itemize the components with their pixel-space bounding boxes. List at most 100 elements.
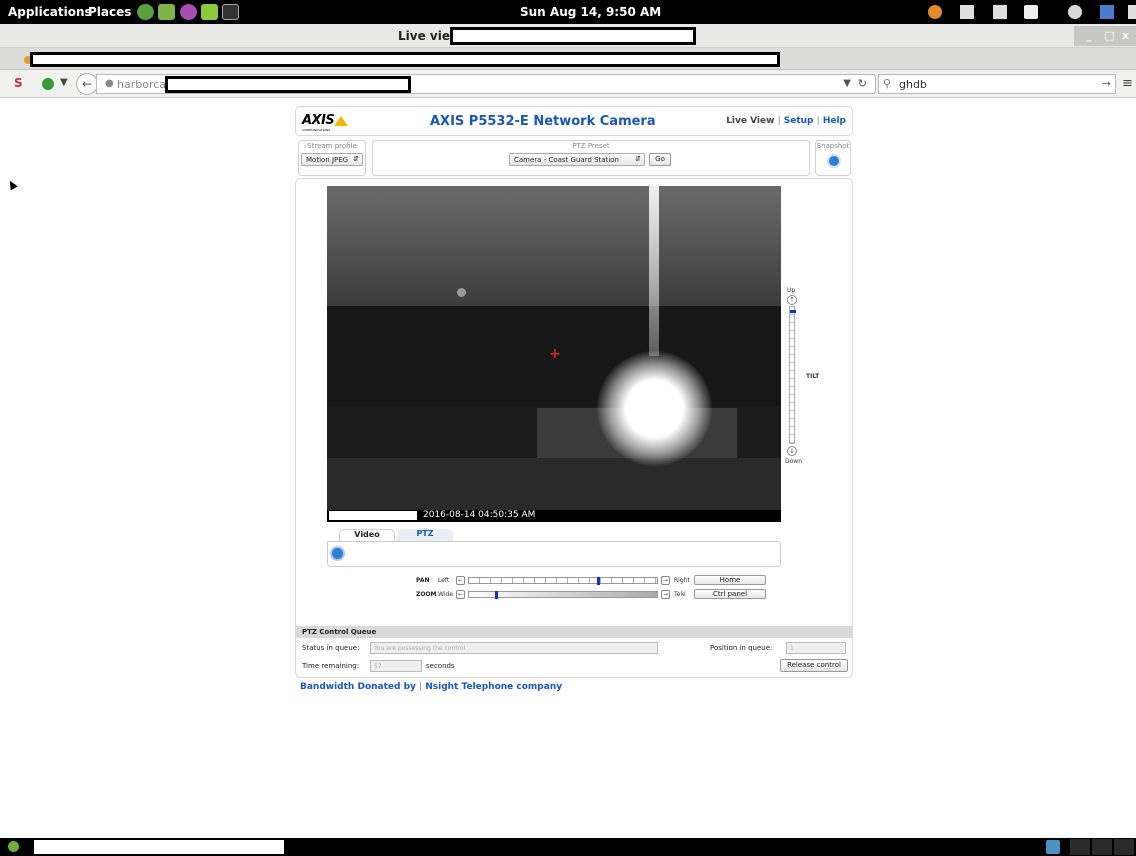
- mouse-cursor-icon: [6, 178, 18, 191]
- tilt-control[interactable]: Up ↑ ↓ Down: [785, 287, 802, 465]
- redacted-tab[interactable]: [30, 52, 780, 67]
- pan-marker[interactable]: [596, 577, 600, 585]
- setup-link[interactable]: Setup: [784, 116, 814, 126]
- ctrl-panel-button[interactable]: Ctrl panel: [694, 589, 766, 599]
- help-link[interactable]: Help: [823, 116, 846, 126]
- keyboard-icon[interactable]: [960, 5, 974, 19]
- page-content: AXIS COMMUNICATIONS AXIS P5532-E Network…: [0, 98, 1136, 838]
- workspace-1[interactable]: [1070, 839, 1090, 855]
- pan-left-arrow-icon[interactable]: ←: [456, 576, 465, 585]
- pan-right-label: Right: [674, 577, 690, 584]
- snapshot-camera-icon[interactable]: [827, 154, 841, 168]
- ptz-queue-heading: PTZ Control Queue: [296, 626, 852, 638]
- video-stream[interactable]: + 2016-08-14 04:50:35 AM: [327, 186, 781, 522]
- camera-header: AXIS COMMUNICATIONS AXIS P5532-E Network…: [295, 106, 853, 136]
- stream-profile-label: Stream profile: [307, 142, 357, 150]
- video-timestamp-bar: 2016-08-14 04:50:35 AM: [327, 510, 781, 522]
- tilt-marker[interactable]: [790, 309, 796, 313]
- tilt-up-label: Up: [787, 287, 796, 294]
- clock[interactable]: Sun Aug 14, 9:50 AM: [520, 5, 661, 19]
- tilt-up-arrow-icon[interactable]: ↑: [787, 295, 797, 305]
- video-light-glare: [597, 351, 712, 466]
- status-in-queue-label: Status in queue:: [302, 644, 360, 652]
- search-input[interactable]: ghdb: [899, 78, 927, 91]
- stream-profile-select[interactable]: Motion JPEG ⇵: [301, 153, 363, 166]
- extension-icon[interactable]: [42, 78, 54, 90]
- back-button[interactable]: ←: [76, 73, 98, 95]
- close-button[interactable]: x: [1122, 29, 1129, 42]
- redacted-title: [450, 27, 696, 45]
- tab-ptz[interactable]: PTZ: [397, 529, 453, 541]
- stream-profile-group: Stream profile Motion JPEG ⇵: [298, 140, 366, 176]
- status-in-queue-field: You are possessing the control.: [370, 642, 658, 654]
- image-viewer-icon[interactable]: [158, 4, 175, 20]
- tilt-label: TILT: [806, 373, 820, 380]
- help-icon[interactable]: [180, 4, 197, 20]
- zoom-row: ZOOM Wide ← → Tele: [416, 590, 716, 600]
- extension-s-icon[interactable]: S: [14, 76, 23, 90]
- live-view-link[interactable]: Live View: [726, 116, 774, 126]
- release-control-button[interactable]: Release control: [780, 659, 848, 672]
- record-button[interactable]: [330, 546, 345, 561]
- menu-icon[interactable]: ≡: [1122, 76, 1133, 91]
- workspace-3[interactable]: [1114, 839, 1134, 855]
- workspace-2[interactable]: [1092, 839, 1112, 855]
- zoom-label: ZOOM: [416, 591, 437, 598]
- top-panel: Applications Places Sun Aug 14, 9:50 AM: [0, 0, 1136, 24]
- minimize-button[interactable]: _: [1086, 29, 1092, 42]
- user-icon[interactable]: [1100, 5, 1114, 19]
- time-unit-label: seconds: [426, 662, 455, 670]
- volume-icon[interactable]: [1024, 5, 1038, 19]
- select-arrows-icon: ⇵: [353, 155, 359, 163]
- tab-video[interactable]: Video: [339, 529, 395, 541]
- url-bar[interactable]: ● harborcam ▼ ↻: [96, 74, 876, 94]
- ptz-preset-group: PTZ Preset Camera - Coast Guard Station …: [372, 140, 810, 176]
- bandwidth-donated-link[interactable]: Bandwidth Donated by: [300, 682, 416, 692]
- applications-menu[interactable]: Applications: [8, 5, 92, 19]
- video-timestamp: 2016-08-14 04:50:35 AM: [423, 510, 536, 520]
- axis-logo[interactable]: AXIS: [302, 113, 335, 128]
- pan-right-arrow-icon[interactable]: →: [661, 576, 670, 585]
- tools-icon[interactable]: [201, 4, 218, 20]
- zoom-marker[interactable]: [495, 591, 499, 599]
- tilt-down-arrow-icon[interactable]: ↓: [787, 446, 797, 456]
- redacted-camera-name: [329, 511, 417, 520]
- maximize-button[interactable]: □: [1104, 29, 1114, 42]
- clipboard-icon[interactable]: [993, 5, 1007, 19]
- redacted-taskbar-item[interactable]: [34, 840, 284, 854]
- history-dropdown-icon[interactable]: ▼: [843, 78, 851, 89]
- page-title: AXIS P5532-E Network Camera: [430, 114, 656, 129]
- reload-icon[interactable]: ↻: [858, 77, 867, 90]
- zoom-tele-label: Tele: [674, 591, 686, 598]
- home-button[interactable]: Home: [694, 575, 766, 585]
- updates-icon[interactable]: [1068, 5, 1082, 19]
- tray-app-icon[interactable]: [1046, 840, 1060, 854]
- ptz-preset-select[interactable]: Camera - Coast Guard Station ⇵: [509, 153, 645, 166]
- zoom-wide-arrow-icon[interactable]: ←: [456, 590, 465, 599]
- pan-label: PAN: [416, 577, 430, 584]
- footer-separator: |: [419, 682, 423, 692]
- notification-icon[interactable]: [928, 5, 942, 19]
- zoom-tele-arrow-icon[interactable]: →: [661, 590, 670, 599]
- power-icon[interactable]: [1128, 5, 1136, 19]
- pan-slider[interactable]: [468, 577, 658, 585]
- camera-frame: AXIS COMMUNICATIONS AXIS P5532-E Network…: [295, 106, 853, 678]
- browser-launcher-icon[interactable]: [137, 4, 154, 20]
- chevron-down-icon[interactable]: ▼: [60, 77, 68, 88]
- taskbar-browser-icon[interactable]: [8, 841, 19, 852]
- tilt-slider[interactable]: [789, 306, 796, 444]
- ptz-preset-value: Camera - Coast Guard Station: [514, 156, 619, 164]
- search-icon: ⚲: [883, 77, 892, 90]
- go-button[interactable]: Go: [649, 153, 671, 166]
- search-bar[interactable]: ⚲ ghdb →: [878, 74, 1116, 94]
- search-go-icon[interactable]: →: [1102, 77, 1111, 90]
- pan-ticks: [469, 578, 657, 583]
- zoom-slider[interactable]: [468, 591, 658, 599]
- live-view-box: + 2016-08-14 04:50:35 AM Up ↑ ↓ Down TIL…: [295, 178, 853, 678]
- axis-logo-sub: COMMUNICATIONS: [302, 128, 331, 132]
- nsight-link[interactable]: Nsight Telephone company: [425, 682, 562, 692]
- terminal-icon[interactable]: [222, 4, 239, 20]
- position-in-queue-field: 1: [786, 642, 846, 654]
- places-menu[interactable]: Places: [88, 5, 131, 19]
- video-light-beam: [649, 186, 659, 356]
